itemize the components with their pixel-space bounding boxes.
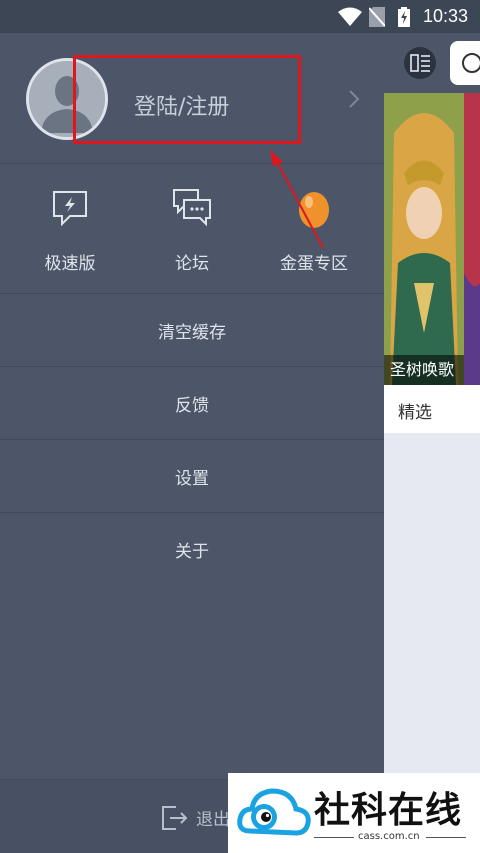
logout-label: 退出 bbox=[196, 810, 230, 830]
golden-egg-icon bbox=[294, 188, 334, 228]
side-drawer: 登陆/注册 极速版 论坛 金蛋专区 清空缓存 反馈 设置 关于 退出 bbox=[0, 33, 384, 853]
lightning-chat-icon bbox=[50, 188, 90, 228]
content-tabs: 精选 bbox=[384, 385, 480, 433]
watermark: 社科在线 cass.com.cn bbox=[228, 773, 480, 853]
watermark-url: cass.com.cn bbox=[358, 831, 420, 842]
annotation-highlight-box bbox=[73, 55, 301, 144]
banner-caption: 圣树唤歌 bbox=[384, 355, 464, 385]
menu-item-label: 清空缓存 bbox=[158, 323, 226, 343]
menu-item-label: 设置 bbox=[175, 469, 209, 489]
quick-actions: 极速版 论坛 金蛋专区 bbox=[0, 164, 384, 294]
status-bar: 10:33 bbox=[0, 0, 480, 33]
chevron-right-icon bbox=[348, 89, 360, 113]
quick-action-label: 论坛 bbox=[175, 254, 209, 274]
game-banner-image bbox=[384, 93, 480, 385]
quick-action-golden-egg[interactable]: 金蛋专区 bbox=[250, 164, 378, 294]
quick-action-label: 金蛋专区 bbox=[280, 254, 348, 274]
menu-item-label: 关于 bbox=[175, 542, 209, 562]
main-content: 圣树唤歌 精选 bbox=[384, 33, 480, 853]
menu-feedback[interactable]: 反馈 bbox=[0, 367, 384, 440]
watermark-brand: 社科在线 bbox=[314, 789, 463, 831]
top-toolbar bbox=[384, 33, 480, 93]
tab-featured[interactable]: 精选 bbox=[398, 398, 432, 423]
menu-settings[interactable]: 设置 bbox=[0, 440, 384, 513]
battery-charging-icon bbox=[398, 7, 410, 31]
menu-about[interactable]: 关于 bbox=[0, 513, 384, 586]
menu-item-label: 反馈 bbox=[175, 396, 209, 416]
cloud-eye-logo-icon bbox=[236, 783, 312, 847]
chat-bubbles-icon bbox=[172, 188, 212, 228]
quick-action-forum[interactable]: 论坛 bbox=[128, 164, 256, 294]
featured-banner[interactable]: 圣树唤歌 bbox=[384, 93, 480, 385]
search-icon bbox=[462, 53, 480, 73]
watermark-divider bbox=[426, 837, 466, 838]
search-input[interactable] bbox=[450, 41, 480, 85]
watermark-divider bbox=[314, 837, 354, 838]
menu-clear-cache[interactable]: 清空缓存 bbox=[0, 294, 384, 367]
quick-action-lite[interactable]: 极速版 bbox=[6, 164, 134, 294]
clock: 10:33 bbox=[422, 6, 468, 26]
quick-action-label: 极速版 bbox=[44, 254, 96, 274]
list-view-button[interactable] bbox=[404, 47, 436, 79]
logout-icon bbox=[160, 804, 188, 836]
no-sim-icon bbox=[368, 7, 386, 31]
wifi-icon bbox=[338, 7, 362, 31]
